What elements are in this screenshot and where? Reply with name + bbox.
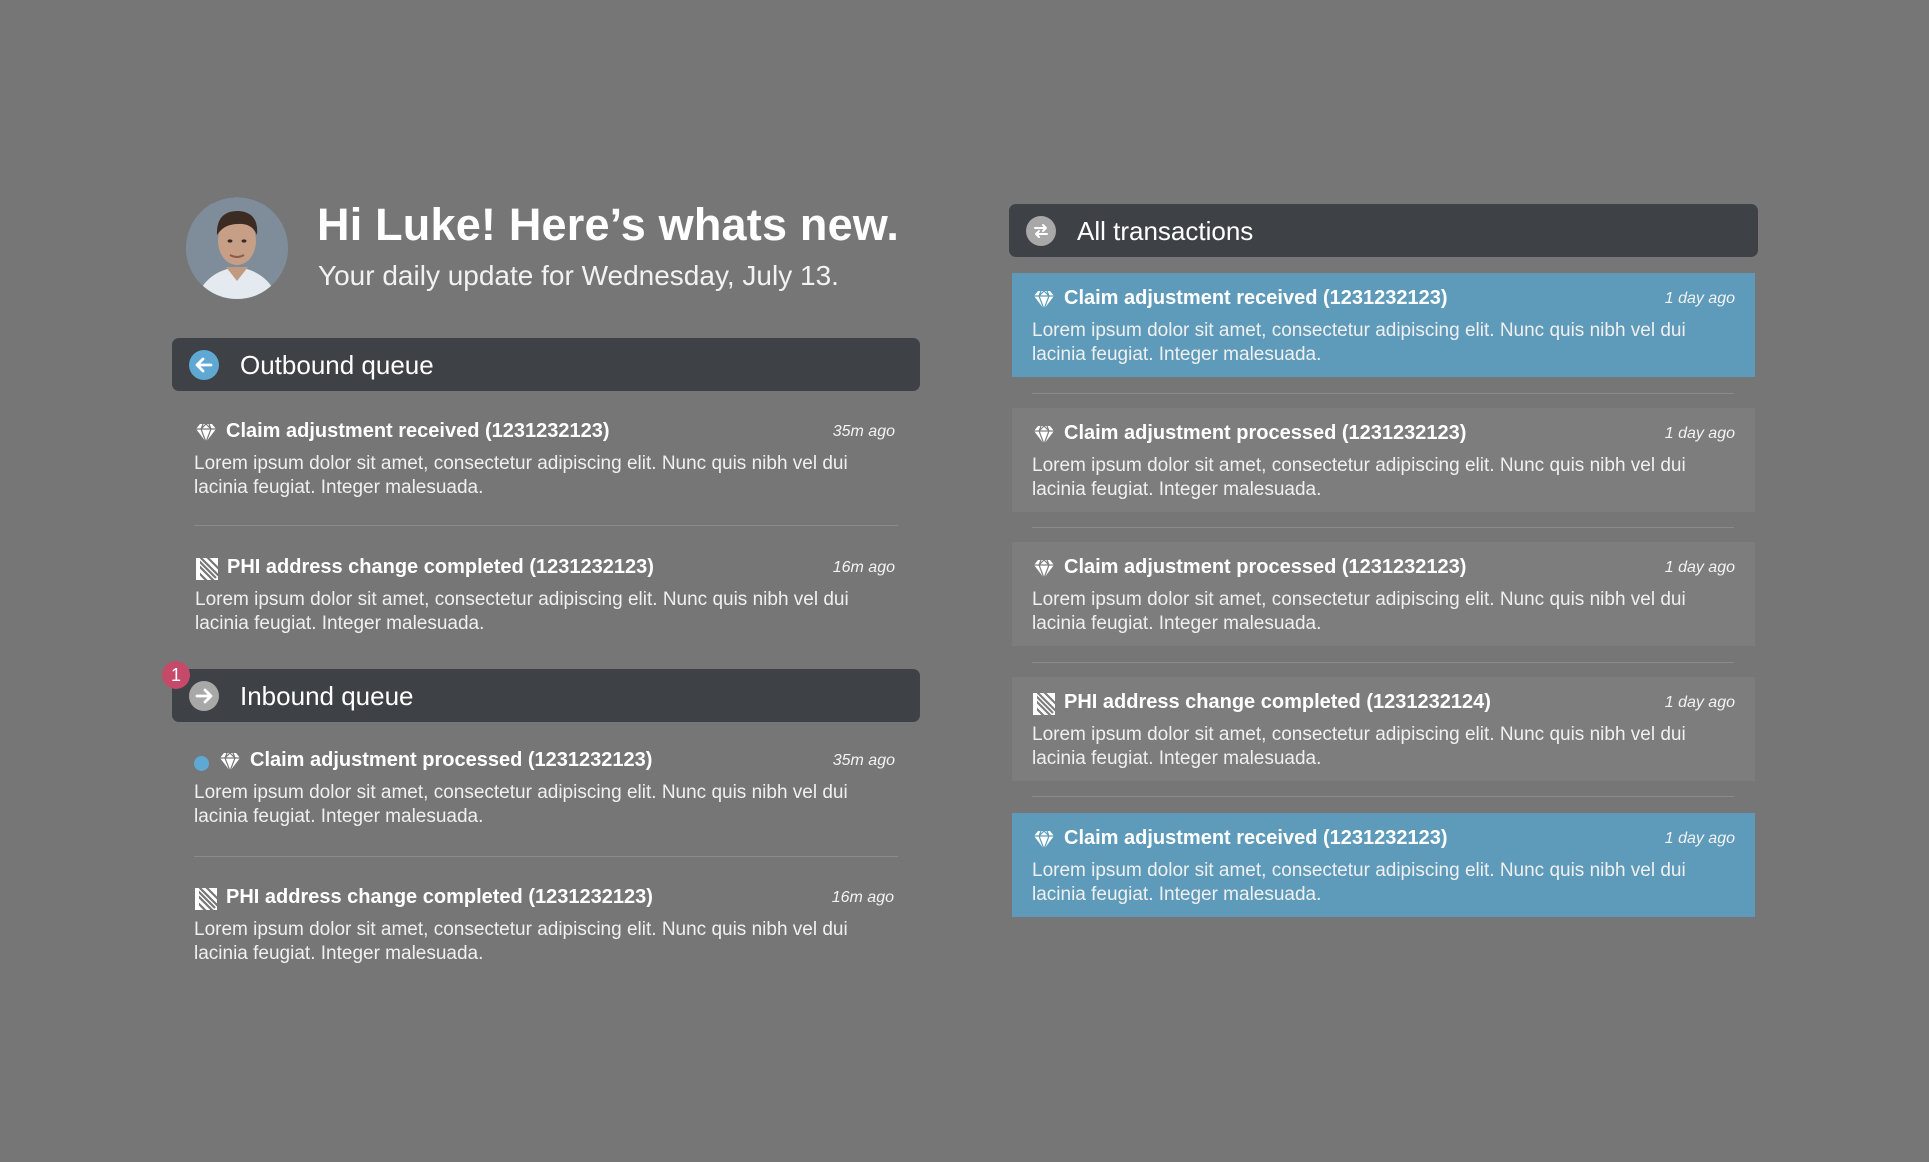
item-description: Lorem ipsum dolor sit amet, consectetur … [1032,320,1686,365]
transaction-card[interactable]: Claim adjustment received (1231232123) 1… [1012,813,1755,917]
divider [1032,662,1734,663]
greeting-header: Hi Luke! Here’s whats new. Your daily up… [186,197,926,299]
item-title: Claim adjustment processed (1231232123) [1064,422,1467,444]
greeting-title: Hi Luke! Here’s whats new. [317,199,900,250]
item-timestamp: 1 day ago [1664,830,1735,847]
transaction-item: Claim adjustment received (1231232123) 1… [1032,287,1735,367]
item-description: Lorem ipsum dolor sit amet, consectetur … [1032,589,1686,634]
item-description: Lorem ipsum dolor sit amet, consectetur … [195,589,849,634]
transaction-card[interactable]: Claim adjustment received (1231232123) 1… [1012,273,1755,377]
striped-document-icon [1032,692,1056,716]
item-timestamp: 16m ago [831,889,894,906]
item-timestamp: 35m ago [832,423,895,440]
item-timestamp: 1 day ago [1664,559,1735,576]
transaction-card[interactable]: Claim adjustment processed (1231232123) … [1012,408,1755,512]
diamond-icon [1032,423,1056,447]
striped-document-icon [195,557,219,581]
transaction-card[interactable]: Claim adjustment processed (1231232123) … [1012,542,1755,646]
divider [194,525,898,526]
all-transactions-header[interactable]: All transactions [1009,204,1758,257]
item-description: Lorem ipsum dolor sit amet, consectetur … [1032,455,1686,500]
transaction-item: Claim adjustment processed (1231232123) … [1032,556,1735,636]
item-title: PHI address change completed (1231232124… [1064,691,1491,713]
inbound-item-claim-processed[interactable]: Claim adjustment processed (1231232123) … [194,749,895,829]
inbound-queue-label: Inbound queue [240,681,414,711]
diamond-icon [218,750,242,774]
item-title: Claim adjustment processed (1231232123) [1064,556,1467,578]
transaction-item: Claim adjustment received (1231232123) 1… [1032,827,1735,907]
unread-indicator [194,756,209,771]
notification-badge: 1 [162,661,190,689]
arrow-left-icon [189,350,219,380]
diamond-icon [1032,828,1056,852]
item-timestamp: 35m ago [832,752,895,769]
diamond-icon [194,421,218,445]
divider [1032,527,1734,528]
inbound-queue-header[interactable]: Inbound queue [172,669,920,722]
item-description: Lorem ipsum dolor sit amet, consectetur … [194,919,848,964]
item-title: Claim adjustment received (1231232123) [1064,827,1448,849]
all-transactions-label: All transactions [1077,216,1254,246]
striped-document-icon [194,887,218,911]
item-description: Lorem ipsum dolor sit amet, consectetur … [1032,724,1686,769]
item-title: PHI address change completed (1231232123… [227,556,654,578]
diamond-icon [1032,288,1056,312]
exchange-arrows-icon [1026,216,1056,246]
divider [194,856,898,857]
greeting-subtitle: Your daily update for Wednesday, July 13… [318,260,839,291]
outbound-item-claim-received[interactable]: Claim adjustment received (1231232123) 3… [194,420,895,500]
item-timestamp: 16m ago [832,559,895,576]
item-title: Claim adjustment processed (1231232123) [250,749,653,771]
item-description: Lorem ipsum dolor sit amet, consectetur … [194,782,848,827]
item-title: Claim adjustment received (1231232123) [226,420,610,442]
item-timestamp: 1 day ago [1664,290,1735,307]
arrow-right-icon [189,681,219,711]
avatar[interactable] [186,197,288,299]
item-description: Lorem ipsum dolor sit amet, consectetur … [1032,860,1686,905]
item-title: PHI address change completed (1231232123… [226,886,653,908]
outbound-queue-header[interactable]: Outbound queue [172,338,920,391]
outbound-item-phi-change[interactable]: PHI address change completed (1231232123… [195,556,895,636]
inbound-item-phi-change[interactable]: PHI address change completed (1231232123… [194,886,894,966]
item-description: Lorem ipsum dolor sit amet, consectetur … [194,453,848,498]
divider [1032,796,1734,797]
item-timestamp: 1 day ago [1664,425,1735,442]
transaction-card[interactable]: PHI address change completed (1231232124… [1012,677,1755,781]
transaction-item: PHI address change completed (1231232124… [1032,691,1735,771]
outbound-queue-label: Outbound queue [240,350,434,380]
divider [1032,393,1734,394]
transaction-item: Claim adjustment processed (1231232123) … [1032,422,1735,502]
diamond-icon [1032,557,1056,581]
item-title: Claim adjustment received (1231232123) [1064,287,1448,309]
item-timestamp: 1 day ago [1664,694,1735,711]
